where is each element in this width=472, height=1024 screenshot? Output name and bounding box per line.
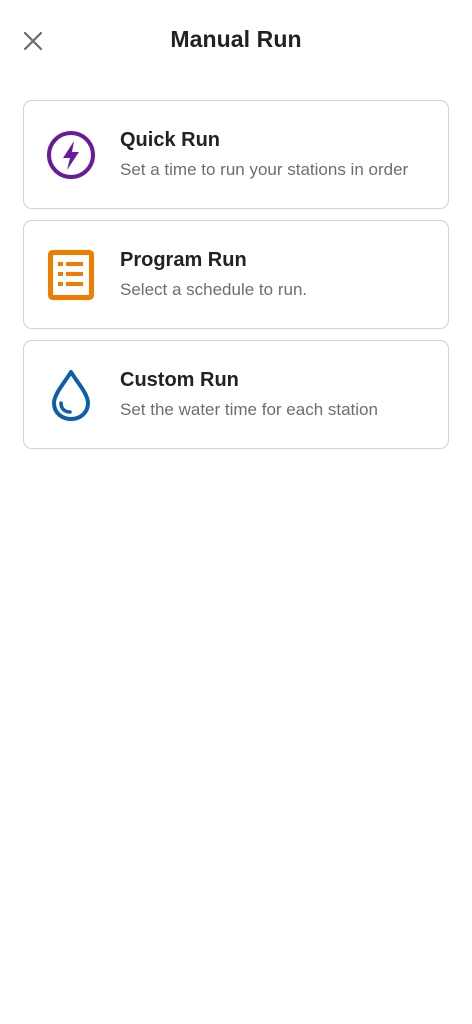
custom-run-title: Custom Run: [120, 369, 239, 391]
program-run-subtitle: Select a schedule to run.: [120, 280, 308, 299]
quick-run-subtitle: Set a time to run your stations in order: [120, 160, 409, 179]
header: Manual Run: [0, 0, 472, 82]
custom-run-subtitle: Set the water time for each station: [120, 400, 378, 419]
quick-run-card[interactable]: Quick Run Set a time to run your station…: [23, 100, 449, 209]
manual-run-options: Quick Run Set a time to run your station…: [23, 100, 449, 460]
program-run-title: Program Run: [120, 249, 247, 271]
water-drop-icon: [46, 368, 96, 422]
program-run-text: Program Run Select a schedule to run.: [120, 249, 448, 300]
quick-run-text: Quick Run Set a time to run your station…: [120, 129, 448, 180]
program-run-card[interactable]: Program Run Select a schedule to run.: [23, 220, 449, 329]
list-icon: [46, 248, 96, 302]
page-title: Manual Run: [170, 26, 302, 52]
quick-run-title: Quick Run: [120, 129, 221, 151]
custom-run-card[interactable]: Custom Run Set the water time for each s…: [23, 340, 449, 449]
custom-run-text: Custom Run Set the water time for each s…: [120, 369, 448, 420]
lightning-bolt-icon: [46, 128, 96, 182]
